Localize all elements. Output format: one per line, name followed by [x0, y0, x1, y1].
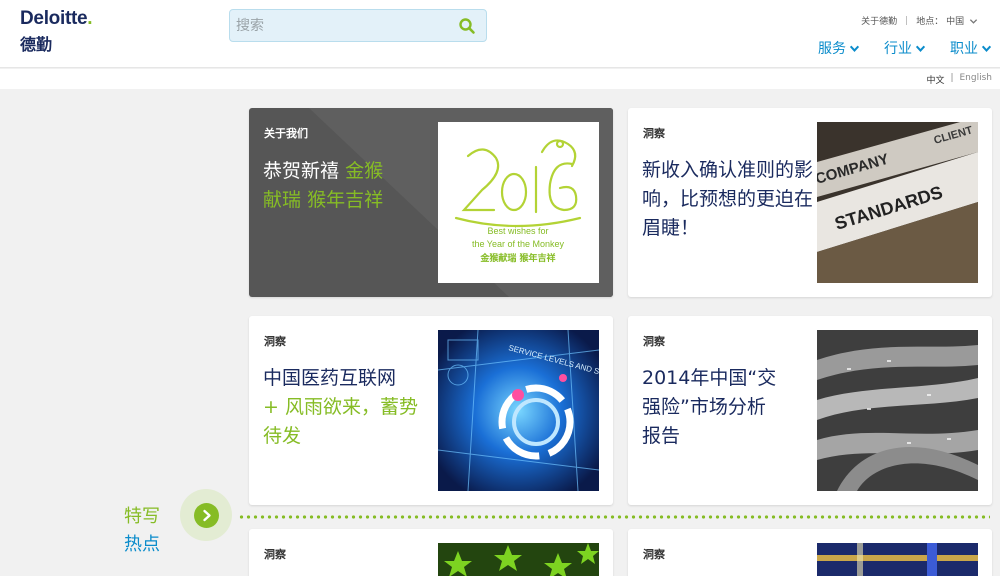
about-link[interactable]: 关于德勤 [861, 14, 897, 27]
city-lights-image [817, 543, 978, 576]
stars-image [438, 543, 599, 576]
standards-files-illustration: COMPANY CLIENT STANDARDS [817, 122, 978, 283]
featured-line-1: 特写 [124, 506, 160, 527]
chevron-down-icon [849, 45, 860, 52]
logo-brand: Deloitte [20, 8, 88, 29]
title-highlight: + 风雨欲来，蓄势待发 [263, 396, 418, 447]
card-title: 恭贺新禧 金猴 献瑞 猴年吉祥 [263, 157, 383, 215]
nav-industries-label: 行业 [884, 41, 912, 57]
greeting-line-3: 金猴献瑞 猴年吉祥 [479, 252, 555, 264]
new-year-greeting-image: Best wishes for the Year of the Monkey 金… [438, 122, 599, 283]
card-title: 中国医药互联网 + 风雨欲来，蓄势待发 [263, 364, 433, 451]
card-tag: 洞察 [264, 548, 286, 561]
about-card[interactable]: 关于我们 恭贺新禧 金猴 献瑞 猴年吉祥 Best wishes for the… [249, 108, 613, 297]
nav-careers-label: 职业 [950, 41, 978, 57]
featured-next-button[interactable] [194, 503, 219, 528]
lang-chinese[interactable]: 中文 [926, 73, 944, 86]
logo-chinese: 德勤 [20, 35, 53, 54]
site-header: Deloitte. 德勤 关于德勤 | 地点： 中国 服务 行业 职业 [0, 0, 1000, 68]
nav-services-label: 服务 [818, 41, 846, 57]
utility-links: 关于德勤 | 地点： 中国 [861, 14, 978, 27]
nav-services[interactable]: 服务 [818, 38, 860, 58]
language-switcher: 中文 | English [926, 73, 992, 86]
location-label: 地点： [916, 17, 944, 27]
service-levels-illustration: SERVICE LEVELS AND ST [438, 330, 599, 491]
city-lights-illustration [817, 543, 978, 576]
location-selector[interactable]: 地点： 中国 [916, 14, 978, 27]
lang-divider: | [950, 73, 954, 83]
language-bar: 中文 | English [0, 69, 1000, 89]
digital-service-image: SERVICE LEVELS AND ST [438, 330, 599, 491]
insight-card-5[interactable]: 洞察 [249, 529, 613, 576]
lang-english[interactable]: English [960, 73, 993, 86]
card-tag: 洞察 [264, 335, 286, 348]
featured-line-2: 热点 [124, 534, 160, 555]
insight-card-pharma[interactable]: 洞察 中国医药互联网 + 风雨欲来，蓄势待发 SERVICE LEVELS AN… [249, 316, 613, 505]
card-title: 新收入确认准则的影响，比预想的更迫在眉睫！ [642, 159, 814, 239]
greeting-line-2: the Year of the Monkey [472, 239, 565, 249]
nav-industries[interactable]: 行业 [884, 38, 926, 58]
logo-dot: . [87, 8, 93, 29]
title-text: 中国医药互联网 [263, 367, 397, 389]
chevron-down-icon [915, 45, 926, 52]
search-box [229, 9, 487, 42]
nav-careers[interactable]: 职业 [950, 38, 992, 58]
insight-card-6[interactable]: 洞察 [628, 529, 992, 576]
featured-label: 特写 热点 [124, 503, 160, 559]
chevron-down-icon [969, 19, 978, 24]
card-tag: 洞察 [643, 127, 665, 140]
title-text: 恭贺新禧 [263, 160, 340, 182]
green-stars-illustration [438, 543, 599, 576]
standards-image: COMPANY CLIENT STANDARDS [817, 122, 978, 283]
title-highlight: 献瑞 [263, 189, 302, 211]
card-tag: 关于我们 [264, 127, 308, 140]
chevron-down-icon [981, 45, 992, 52]
highway-interchange-illustration [817, 330, 978, 491]
card-title: 2014年中国“交强险”市场分析报告 [642, 367, 777, 447]
location-value: 中国 [946, 17, 965, 27]
chevron-right-icon [203, 509, 211, 522]
dotted-divider [238, 515, 990, 519]
card-tag: 洞察 [643, 548, 665, 561]
search-input[interactable] [236, 15, 446, 37]
deloitte-logo[interactable]: Deloitte. 德勤 [20, 8, 93, 55]
insight-card-revenue[interactable]: 洞察 新收入确认准则的影响，比预想的更迫在眉睫！ COMPANY CLIENT … [628, 108, 992, 297]
highway-image [817, 330, 978, 491]
title-highlight: 金猴 [345, 160, 384, 182]
title-highlight: 猴年吉祥 [307, 189, 384, 211]
card-tag: 洞察 [643, 335, 665, 348]
greeting-line-1: Best wishes for [487, 226, 548, 236]
monkey-2016-illustration: Best wishes for the Year of the Monkey 金… [454, 139, 582, 264]
divider: | [905, 15, 909, 26]
insight-card-insurance[interactable]: 洞察 2014年中国“交强险”市场分析报告 [628, 316, 992, 505]
search-icon[interactable] [458, 17, 476, 35]
main-nav: 服务 行业 职业 [818, 38, 992, 58]
